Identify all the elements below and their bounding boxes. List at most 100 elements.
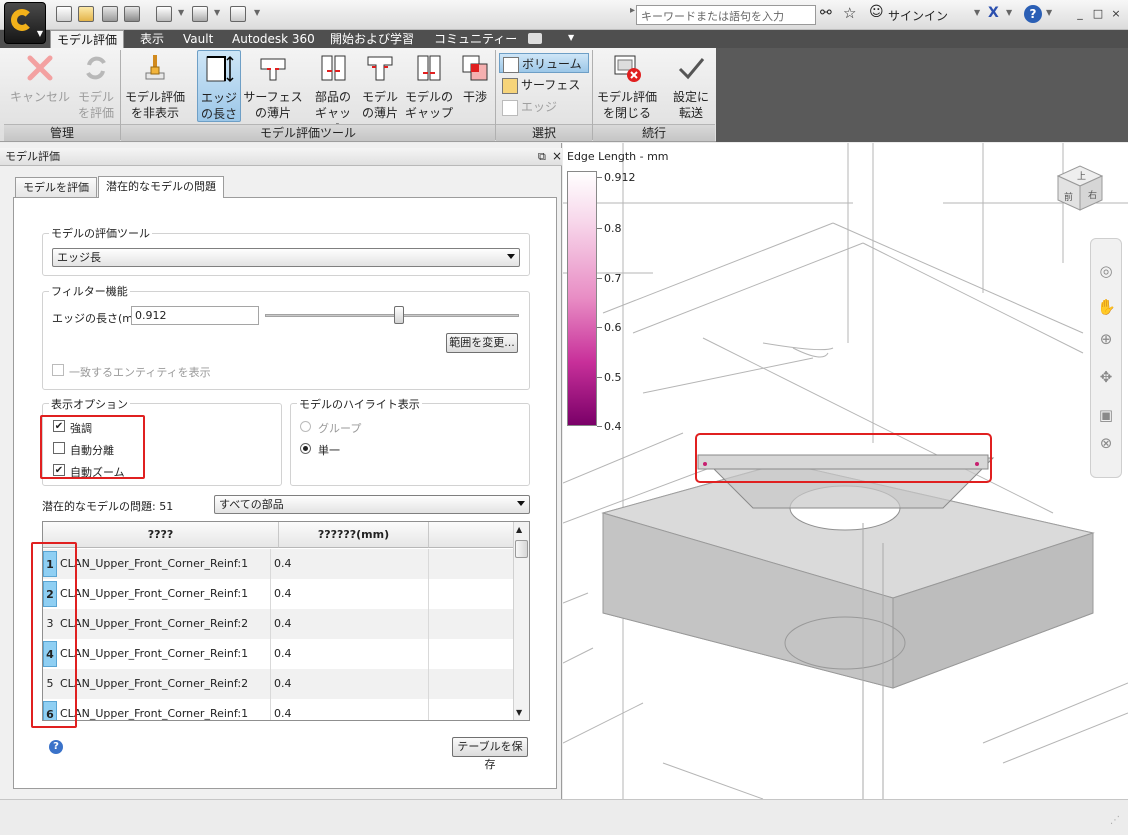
tab-autodesk-360[interactable]: Autodesk 360 xyxy=(232,30,315,48)
open-folder-icon[interactable] xyxy=(78,6,94,22)
navigation-menu-icon[interactable]: ⊗ xyxy=(1097,434,1115,452)
table-row[interactable]: 1 CLAN_Upper_Front_Corner_Reinf:1 0.4 xyxy=(43,549,513,579)
restore-button[interactable]: □ xyxy=(1090,6,1106,22)
tab-vault[interactable]: Vault xyxy=(183,30,213,48)
steering-wheel-icon[interactable]: ◎ xyxy=(1097,262,1115,280)
chevron-down-icon[interactable]: ▼ xyxy=(1006,8,1012,17)
undock-icon[interactable]: ⧉ xyxy=(538,150,546,164)
tab-view[interactable]: 表示 xyxy=(140,30,164,48)
column-header-empty xyxy=(429,522,513,548)
pan-hand-icon[interactable]: ✋ xyxy=(1097,298,1116,316)
model-viewport[interactable] xyxy=(563,143,1128,799)
tab-potential-issues[interactable]: 潜在的なモデルの問題 xyxy=(98,176,224,198)
application-menu-button[interactable]: ▼ xyxy=(4,2,46,44)
table-row[interactable]: 2 CLAN_Upper_Front_Corner_Reinf:1 0.4 xyxy=(43,579,513,609)
edge-length-slider-thumb[interactable] xyxy=(394,306,405,324)
chevron-down-icon[interactable]: ▼ xyxy=(974,8,980,17)
chevron-down-icon[interactable]: ▼ xyxy=(1046,8,1052,17)
chevron-down-icon[interactable]: ▼ xyxy=(214,8,220,17)
tab-evaluate-model[interactable]: モデルを評価 xyxy=(15,177,97,198)
chevron-down-icon[interactable]: ▼ xyxy=(254,8,260,17)
orbit-icon[interactable]: ✥ xyxy=(1097,368,1115,386)
close-panel-icon[interactable]: × xyxy=(552,149,562,163)
select-edge-button[interactable]: エッジ xyxy=(499,97,589,117)
help-icon[interactable]: ? xyxy=(49,740,63,754)
binoculars-icon[interactable]: ⚯ xyxy=(820,5,832,21)
part-gap-label-1: 部品の xyxy=(314,90,351,104)
new-file-icon[interactable] xyxy=(56,6,72,22)
resize-grip-icon[interactable]: ⋰ xyxy=(1110,815,1124,829)
parts-filter-select[interactable]: すべての部品 xyxy=(214,495,530,514)
surface-thin-icon xyxy=(260,58,286,81)
display-mode-icon[interactable] xyxy=(192,6,208,22)
legend-tick-label: 0.4 xyxy=(604,420,622,433)
table-row[interactable]: 3 CLAN_Upper_Front_Corner_Reinf:2 0.4 xyxy=(43,609,513,639)
part-gap-button[interactable]: 部品の ギャップ xyxy=(310,50,356,136)
interference-button[interactable]: 干渉 xyxy=(457,50,493,122)
customize-icon[interactable] xyxy=(230,6,246,22)
model-gap-button[interactable]: モデルの ギャップ xyxy=(403,50,455,122)
search-expand-icon[interactable]: ▸ xyxy=(630,5,635,16)
minimize-button[interactable]: _ xyxy=(1072,6,1088,22)
edge-length-button[interactable]: エッジ の長さ xyxy=(197,50,241,122)
save-icon[interactable] xyxy=(102,6,118,22)
look-at-icon[interactable]: ▣ xyxy=(1097,406,1115,424)
single-radio[interactable] xyxy=(300,443,311,454)
show-matching-label: 一致するエンティティを表示 xyxy=(69,366,211,379)
color-scale-bar xyxy=(567,171,597,426)
signin-link[interactable]: サインイン xyxy=(888,7,948,24)
tab-get-started[interactable]: 開始および学習 xyxy=(330,30,414,48)
ribbon-tab-bar xyxy=(0,30,1128,48)
legend-tick-mark xyxy=(597,278,602,279)
table-row[interactable]: 6 CLAN_Upper_Front_Corner_Reinf:1 0.4 xyxy=(43,699,513,720)
chevron-down-icon xyxy=(517,501,525,506)
legend-tick-mark xyxy=(597,327,602,328)
model-thin-button[interactable]: モデル の薄片 xyxy=(360,50,400,122)
table-row[interactable]: 4 CLAN_Upper_Front_Corner_Reinf:1 0.4 xyxy=(43,639,513,669)
column-header-value[interactable]: ??????(mm) xyxy=(279,522,429,548)
hide-evaluation-button[interactable]: モデル評価 を非表示 xyxy=(122,50,188,122)
favorites-star-icon[interactable]: ☆ xyxy=(843,4,856,22)
chevron-down-icon[interactable]: ▼ xyxy=(568,33,574,42)
show-matching-checkbox[interactable] xyxy=(52,364,64,376)
chevron-down-icon: ▼ xyxy=(36,29,43,38)
tab-model-evaluation[interactable]: モデル評価 xyxy=(50,30,125,49)
scrollbar-thumb[interactable] xyxy=(515,540,528,558)
evaluate-model-button[interactable]: モデル を評価 xyxy=(74,50,118,122)
table-scrollbar[interactable]: ▲ ▼ xyxy=(513,522,529,720)
panel-options-icon[interactable] xyxy=(528,33,542,44)
edge-length-slider-track[interactable] xyxy=(265,314,519,317)
scroll-up-icon[interactable]: ▲ xyxy=(516,525,522,534)
evaluation-tool-select[interactable]: エッジ長 xyxy=(52,248,520,267)
group-radio[interactable] xyxy=(300,421,311,432)
legend-title: Edge Length - mm xyxy=(567,150,669,163)
help-icon[interactable]: ? xyxy=(1024,5,1042,23)
surface-thin-button[interactable]: サーフェス の薄片 xyxy=(242,50,304,122)
close-button[interactable]: × xyxy=(1108,6,1124,22)
select-volume-button[interactable]: ボリューム xyxy=(499,53,589,73)
edge-length-cell: 0.4 xyxy=(271,609,429,639)
model-wireframe xyxy=(563,143,1128,799)
close-evaluation-button[interactable]: モデル評価 を閉じる xyxy=(594,50,660,122)
column-header-name[interactable]: ???? xyxy=(43,522,279,548)
user-icon[interactable]: ☺ xyxy=(869,4,884,20)
zoom-icon[interactable]: ⊕ xyxy=(1097,330,1115,348)
viewcube-icon[interactable]: 上 前 右 xyxy=(1050,158,1110,214)
cancel-button[interactable]: キャンセル xyxy=(6,50,74,122)
chevron-down-icon[interactable]: ▼ xyxy=(178,8,184,17)
scroll-down-icon[interactable]: ▼ xyxy=(516,708,522,717)
edge-length-icon xyxy=(206,55,234,83)
table-row[interactable]: 5 CLAN_Upper_Front_Corner_Reinf:2 0.4 xyxy=(43,669,513,699)
tab-community[interactable]: コミュニティー xyxy=(434,30,517,48)
edge-length-input[interactable]: 0.912 xyxy=(131,306,259,325)
save-as-icon[interactable] xyxy=(124,6,140,22)
save-table-button[interactable]: テーブルを保存 xyxy=(452,737,528,771)
transfer-settings-button[interactable]: 設定に 転送 xyxy=(668,50,714,122)
chevron-down-icon xyxy=(507,254,515,259)
search-input[interactable]: キーワードまたは語句を入力 xyxy=(636,5,816,25)
legend-tick-mark xyxy=(597,228,602,229)
project-icon[interactable] xyxy=(156,6,172,22)
change-range-button[interactable]: 範囲を変更... xyxy=(446,333,518,353)
exchange-x-icon[interactable]: X xyxy=(988,5,999,21)
select-surface-button[interactable]: サーフェス xyxy=(499,75,589,95)
